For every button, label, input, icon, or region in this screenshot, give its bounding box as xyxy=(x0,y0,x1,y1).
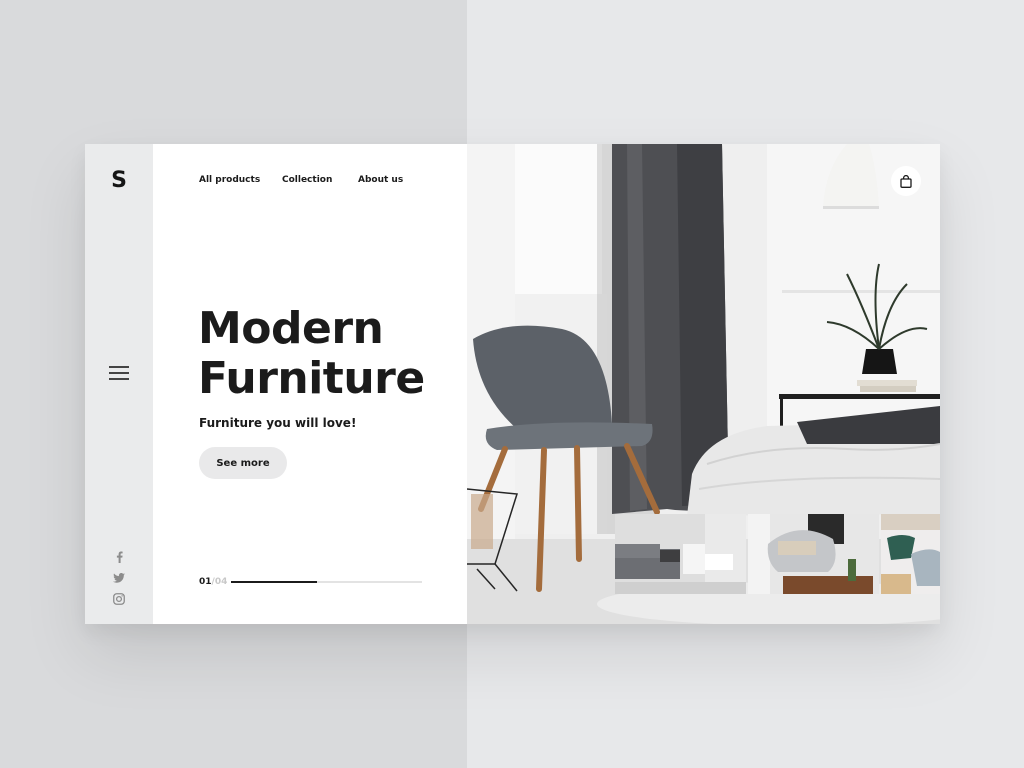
hero-tagline: Furniture you will love! xyxy=(199,416,357,430)
twitter-icon[interactable] xyxy=(111,570,127,586)
hero-title: Modern Furniture xyxy=(198,304,425,404)
nav-all-products[interactable]: All products xyxy=(199,175,260,185)
facebook-icon[interactable] xyxy=(111,549,127,565)
hero-title-line-2: Furniture xyxy=(198,353,425,404)
thumbnail-1[interactable] xyxy=(615,514,746,594)
hero-title-line-1: Modern xyxy=(198,303,384,354)
sidebar: S xyxy=(85,144,153,624)
nav-collection[interactable]: Collection xyxy=(282,175,332,185)
instagram-icon[interactable] xyxy=(111,591,127,607)
shopping-bag-icon[interactable] xyxy=(891,166,921,196)
hero-photo xyxy=(467,144,940,624)
brand-logo[interactable]: S xyxy=(85,168,153,193)
lounge-chair-thumbnail-image xyxy=(748,514,879,594)
nav-about-us[interactable]: About us xyxy=(358,175,403,185)
dining-chairs-thumbnail-image xyxy=(881,514,940,594)
see-more-button[interactable]: See more xyxy=(199,447,287,479)
landing-page-card: S All products Collection About us Moder… xyxy=(85,144,940,624)
hamburger-menu-icon[interactable] xyxy=(109,366,129,380)
slide-current: 01 xyxy=(199,577,212,587)
thumbnail-3[interactable] xyxy=(881,514,940,594)
hero-content: All products Collection About us Modern … xyxy=(153,144,467,624)
slide-total: 04 xyxy=(214,577,228,587)
slide-progress-fill xyxy=(231,581,317,583)
living-room-thumbnail-image xyxy=(615,514,746,594)
slide-counter: 01/04 xyxy=(199,577,227,587)
slide-progress-bar[interactable] xyxy=(231,581,422,583)
thumbnail-2[interactable] xyxy=(748,514,879,594)
